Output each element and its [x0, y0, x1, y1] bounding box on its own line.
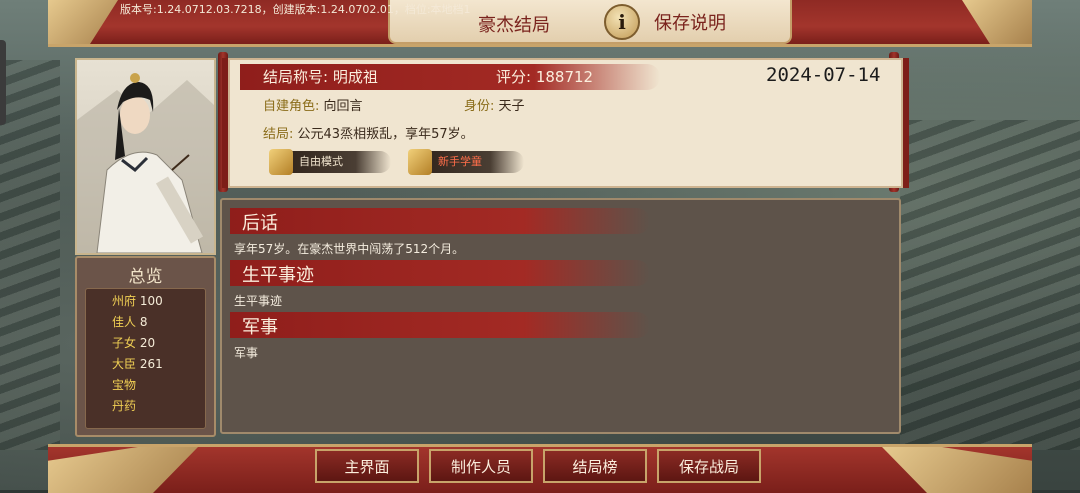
overview-title: 总览: [128, 267, 163, 287]
identity-label: 身份:: [464, 99, 495, 114]
overview-item-elixirs[interactable]: 丹药: [112, 397, 136, 414]
ending-name-value: 明成祖: [332, 68, 378, 86]
badge-label: 新手学童: [438, 155, 482, 168]
ending-name: 结局称号: 明成祖: [263, 66, 378, 87]
banner-ornament-right: [962, 0, 1032, 44]
overview-item-prefecture: 州府 100: [112, 292, 163, 309]
badge-free-mode: 自由模式: [269, 149, 391, 175]
background-rooftops: [900, 120, 1080, 450]
section-title-life: 生平事迹: [242, 265, 314, 286]
ending-ranking-button[interactable]: 结局榜: [543, 449, 647, 483]
overview-label: 丹药: [112, 399, 137, 413]
role-line: 自建角色: 向回言: [263, 95, 363, 114]
save-help-button[interactable]: 保存说明: [654, 9, 726, 35]
info-icon[interactable]: i: [604, 4, 640, 40]
overview-item-beauties: 佳人 8: [112, 313, 147, 330]
overview-label: 子女: [112, 336, 137, 350]
section-body-life: 生平事迹: [234, 294, 283, 308]
bottom-bar: [48, 444, 1032, 493]
section-title-afterword: 后话: [242, 213, 278, 234]
section-band: [230, 312, 650, 338]
identity-line: 身份: 天子: [464, 95, 525, 114]
ending-score: 评分: 188712: [496, 66, 593, 87]
result-line: 结局: 公元43烝相叛乱，享年57岁。: [263, 123, 474, 142]
identity-value: 天子: [498, 99, 525, 114]
overview-value: 8: [139, 315, 148, 329]
overview-value: 100: [139, 294, 163, 308]
character-portrait: [75, 58, 216, 255]
version-text: 版本号:1.24.0712.03.7218，创建版本:1.24.0702.01，…: [120, 3, 471, 16]
scroll-icon: [269, 149, 293, 175]
banner-ornament-left: [48, 0, 118, 44]
overview-value: 261: [139, 357, 163, 371]
score-value: 188712: [535, 68, 594, 86]
role-label: 自建角色:: [263, 99, 320, 114]
overview-item-treasures[interactable]: 宝物: [112, 376, 136, 393]
bottom-ornament-left: [48, 447, 198, 493]
role-value: 向回言: [323, 99, 363, 114]
ending-date: 2024-07-14: [766, 64, 881, 86]
background-rooftops-left: [0, 60, 60, 450]
overview-item-children: 子女 20: [112, 334, 155, 351]
badge-label: 自由模式: [299, 155, 343, 168]
main-menu-button[interactable]: 主界面: [315, 449, 419, 483]
badge-novice: 新手学童: [408, 149, 524, 175]
section-title-military: 军事: [242, 317, 278, 338]
overview-label: 佳人: [112, 315, 137, 329]
score-label: 评分:: [496, 68, 532, 86]
overview-value: 20: [139, 336, 156, 350]
credits-button[interactable]: 制作人员: [429, 449, 533, 483]
section-body-afterword: 享年57岁。在豪杰世界中闯荡了512个月。: [234, 242, 465, 256]
edge-handle[interactable]: [0, 40, 6, 125]
page-title: 豪杰结局: [478, 15, 550, 36]
ending-scroll: 结局称号: 明成祖 评分: 188712 2024-07-14 自建角色: 向回…: [222, 58, 909, 188]
result-value: 公元43烝相叛乱，享年57岁。: [297, 127, 474, 142]
ending-name-label: 结局称号:: [263, 68, 329, 86]
portrait-illustration: [77, 73, 214, 253]
scroll-icon: [408, 149, 432, 175]
overview-item-ministers: 大臣 261: [112, 355, 163, 372]
section-body-military: 军事: [234, 346, 259, 360]
section-band: [230, 208, 650, 234]
bottom-ornament-right: [882, 447, 1032, 493]
save-game-button[interactable]: 保存战局: [657, 449, 761, 483]
overview-label: 大臣: [112, 357, 137, 371]
result-label: 结局:: [263, 127, 294, 142]
overview-label: 宝物: [112, 378, 137, 392]
overview-label: 州府: [112, 294, 137, 308]
story-panel: 后话 享年57岁。在豪杰世界中闯荡了512个月。 生平事迹 生平事迹 军事 军事: [220, 198, 901, 434]
